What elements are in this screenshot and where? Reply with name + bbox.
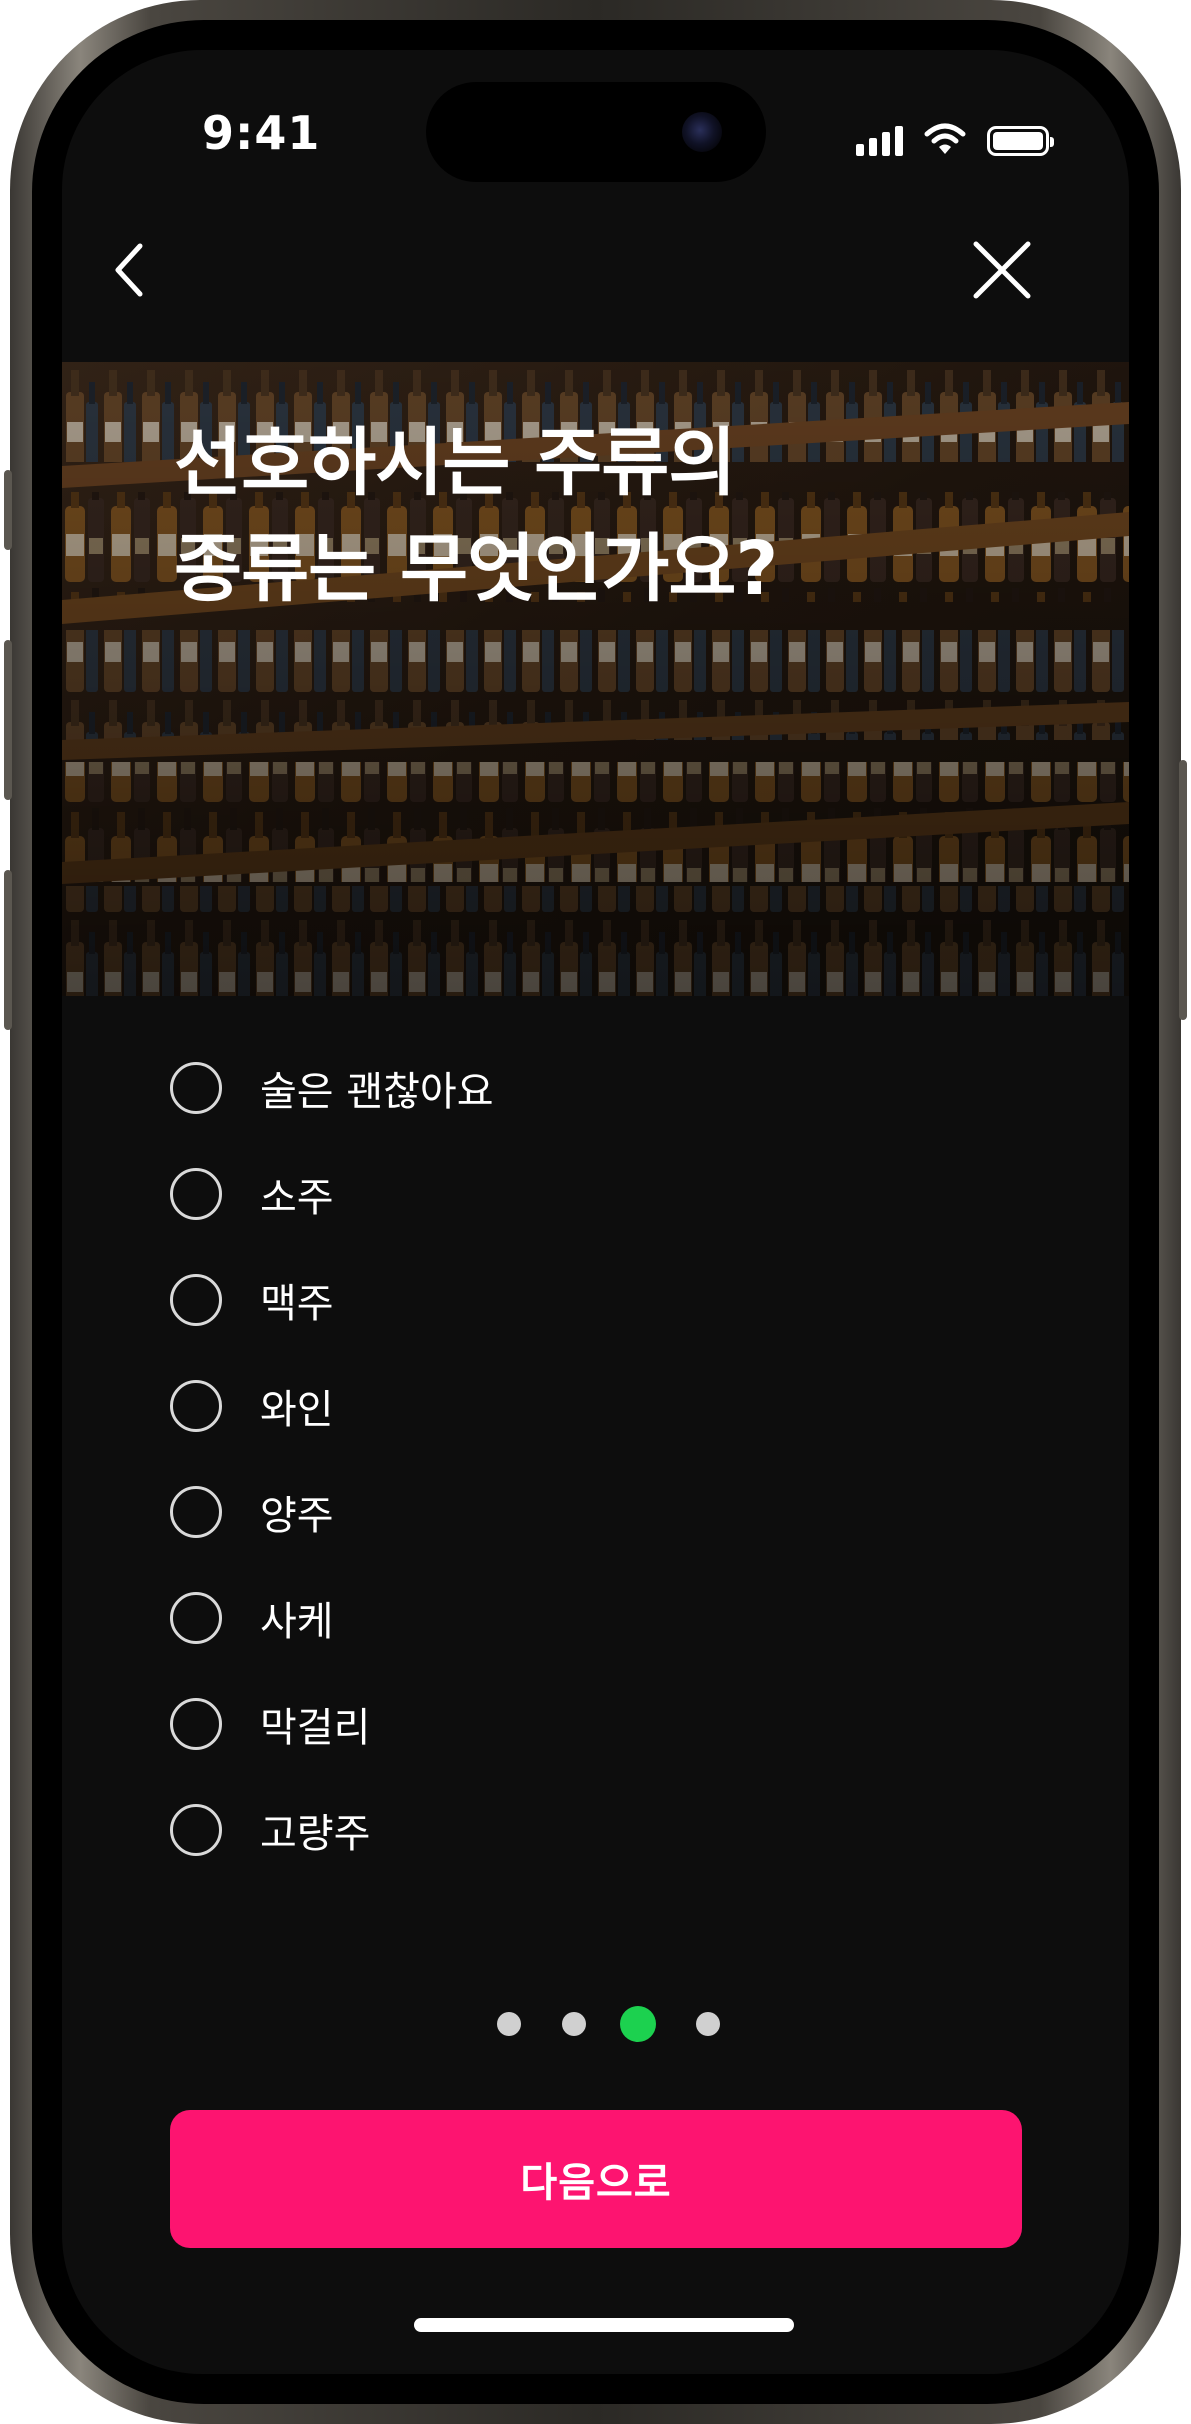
next-button[interactable]: 다음으로 xyxy=(170,2110,1022,2248)
radio-button[interactable] xyxy=(170,1592,222,1644)
option-wine[interactable]: 와인 xyxy=(170,1378,494,1434)
page-dot-3-active xyxy=(620,2006,656,2042)
page-indicator xyxy=(62,2004,1129,2044)
option-list: 술은 괜찮아요 소주 맥주 와인 양주 사케 막걸리 고량주 xyxy=(170,1060,494,1908)
power-button xyxy=(1179,760,1187,1020)
option-label: 양주 xyxy=(260,1493,334,1539)
option-liquor[interactable]: 양주 xyxy=(170,1484,494,1540)
screen: 9:41 선호하시는 주류의 종류는 무엇인가요? 술은 괜찮아요 소주 맥주 … xyxy=(62,50,1129,2374)
chevron-left-icon xyxy=(115,243,143,297)
action-button xyxy=(4,470,12,550)
option-label: 고량주 xyxy=(260,1811,371,1857)
status-bar: 9:41 xyxy=(62,50,1129,210)
radio-button[interactable] xyxy=(170,1168,222,1220)
battery-icon xyxy=(987,126,1054,156)
option-label: 소주 xyxy=(260,1175,334,1221)
radio-button[interactable] xyxy=(170,1804,222,1856)
phone-frame: 9:41 선호하시는 주류의 종류는 무엇인가요? 술은 괜찮아요 소주 맥주 … xyxy=(4,0,1187,2424)
dynamic-island xyxy=(426,82,766,182)
radio-button[interactable] xyxy=(170,1380,222,1432)
volume-down-button xyxy=(4,870,12,1030)
option-label: 사케 xyxy=(260,1599,334,1645)
radio-button[interactable] xyxy=(170,1698,222,1750)
option-label: 막걸리 xyxy=(260,1705,371,1751)
status-icons xyxy=(856,116,1054,156)
question-title-line-2: 종류는 무엇인가요? xyxy=(174,526,778,612)
cellular-signal-icon xyxy=(856,126,903,156)
status-time: 9:41 xyxy=(202,106,321,160)
option-sake[interactable]: 사케 xyxy=(170,1590,494,1646)
back-button[interactable] xyxy=(90,230,170,310)
radio-button[interactable] xyxy=(170,1062,222,1114)
page-dot-2 xyxy=(562,2012,586,2036)
wifi-icon xyxy=(924,123,966,154)
option-beer[interactable]: 맥주 xyxy=(170,1272,494,1328)
option-makgeolli[interactable]: 막걸리 xyxy=(170,1696,494,1752)
close-button[interactable] xyxy=(962,230,1042,310)
radio-button[interactable] xyxy=(170,1274,222,1326)
option-soju[interactable]: 소주 xyxy=(170,1166,494,1222)
question-title: 선호하시는 주류의 종류는 무엇인가요? xyxy=(174,410,778,622)
page-dot-1 xyxy=(497,2012,521,2036)
close-icon xyxy=(973,241,1031,299)
option-kaoliang[interactable]: 고량주 xyxy=(170,1802,494,1858)
question-title-line-1: 선호하시는 주류의 xyxy=(174,420,736,506)
radio-button[interactable] xyxy=(170,1486,222,1538)
home-indicator[interactable] xyxy=(414,2318,794,2332)
option-no-alcohol[interactable]: 술은 괜찮아요 xyxy=(170,1060,494,1116)
option-label: 와인 xyxy=(260,1387,334,1433)
front-camera xyxy=(682,112,722,152)
option-label: 맥주 xyxy=(260,1281,334,1327)
volume-up-button xyxy=(4,640,12,800)
option-label: 술은 괜찮아요 xyxy=(260,1069,494,1115)
page-dot-4 xyxy=(696,2012,720,2036)
